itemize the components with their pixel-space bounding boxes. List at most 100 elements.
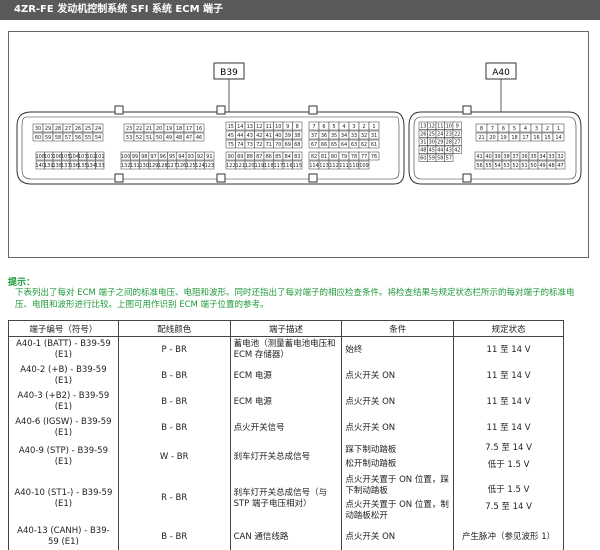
spec-line: 11 至 14 V [486, 344, 531, 355]
condition-line: 点火开关 ON [345, 370, 396, 381]
pin-number: 54 [95, 135, 101, 141]
pin-number: 8 [480, 126, 483, 132]
pin-number: 48 [420, 148, 426, 154]
cell-spec: 低于 1.5 V 7.5 至 14 V [453, 473, 564, 524]
cell-spec: 产生脉冲（参见波形 1） [453, 524, 564, 550]
pin-number: 56 [476, 163, 482, 169]
pin-number: 96 [160, 154, 166, 160]
col-terminal: 端子编号（符号） [8, 320, 119, 337]
condition-line: 踩下制动踏板 [345, 444, 397, 455]
pin-number: 75 [228, 142, 234, 148]
condition-line: 点火开关置于 ON 位置，踩下制动踏板 [345, 475, 449, 496]
pin-number: 45 [429, 148, 435, 154]
pin-number: 12 [429, 124, 435, 130]
pin-number: 60 [420, 156, 426, 162]
pin-number: 28 [55, 126, 61, 132]
connector-svg: B39 A40 30 29 28 27 26 25 2460 59 58 57 56 55 5423 22… [16, 62, 582, 185]
pin-number: 119 [254, 163, 264, 169]
pin-number: 109 [359, 163, 369, 169]
pin-number: 20 [489, 135, 495, 141]
pin-number: 19 [500, 135, 506, 141]
pin-number: 117 [273, 163, 283, 169]
pin-number: 15 [228, 124, 234, 130]
col-spec: 规定状态 [453, 320, 564, 337]
pin-number: 67 [311, 142, 317, 148]
cell-desc: 刹车灯开关总成信号 [229, 441, 343, 473]
pin-number: 19 [166, 126, 172, 132]
cell-condition: 始终 [341, 336, 455, 363]
pin-number: 88 [247, 154, 253, 160]
pin-number: 79 [341, 154, 347, 160]
connector-diagram: B39 A40 30 29 28 27 26 25 24 60 59 58 57 56 55 54 23 22… [8, 31, 589, 258]
pin-number: 37 [512, 154, 518, 160]
pin-number: 1 [557, 126, 560, 132]
pin-number: 95 [169, 154, 175, 160]
pin-number: 124 [195, 163, 205, 169]
cell-color: R - BR [117, 473, 231, 524]
pin-number: 114 [309, 163, 319, 169]
pin-number: 21 [146, 126, 152, 132]
pin-number: 34 [341, 133, 347, 139]
pin-number: 43 [247, 133, 253, 139]
col-desc: 端子描述 [229, 320, 343, 337]
pin-number: 116 [283, 163, 293, 169]
table-header-row: 端子编号（符号） 配线颜色 端子描述 条件 规定状态 [8, 320, 564, 337]
pin-number: 9 [456, 124, 459, 130]
cell-spec: 11 至 14 V [453, 389, 564, 415]
pin-number: 72 [256, 142, 262, 148]
pin-number: 38 [503, 154, 509, 160]
cell-condition: 点火开关 ON [341, 415, 455, 441]
header-title: 4ZR-FE 发动机控制系统 SFI 系统 ECM 端子 [14, 4, 224, 15]
pin-number: 110 [349, 163, 359, 169]
pin-number: 42 [256, 133, 262, 139]
cell-spec: 11 至 14 V [453, 336, 564, 363]
pin-number: 123 [205, 163, 215, 169]
pin-number: 118 [264, 163, 274, 169]
pin-number: 40 [275, 133, 281, 139]
pin-number: 73 [247, 142, 253, 148]
pin-number: 17 [522, 135, 528, 141]
pin-number: 97 [150, 154, 156, 160]
pin-number: 11 [266, 124, 272, 130]
pin-number: 48 [176, 135, 182, 141]
pin-number: 33 [351, 133, 357, 139]
pin-number: 85 [275, 154, 281, 160]
cell-condition: 点火开关 ON [341, 389, 455, 415]
pin-number: 127 [167, 163, 177, 169]
pin-number: 31 [371, 133, 377, 139]
pin-number: 16 [196, 126, 202, 132]
pin-number: 14 [555, 135, 561, 141]
pin-number: 6 [502, 126, 505, 132]
cell-condition: 踩下制动踏板 松开制动踏板 [341, 441, 455, 473]
cell-spec: 11 至 14 V [453, 415, 564, 441]
pin-number: 27 [454, 140, 460, 146]
table-row: A40-13 (CANH) - B39-59 (E1) B - BR CAN 通信线… [8, 524, 564, 550]
table-row: A40-2 (+B) - B39-59 (E1) B - BR ECM 电源 点火开关… [8, 363, 564, 389]
spec-line: 产生脉冲（参见波形 1） [462, 531, 556, 542]
pin-number: 78 [351, 154, 357, 160]
pin-number: 52 [136, 135, 142, 141]
pin-number: 132 [121, 163, 131, 169]
cell-desc: 点火开关信号 [229, 415, 343, 441]
pin-number: 23 [446, 132, 452, 138]
cell-desc: 刹车灯开关总成信号（与 STP 端子电压相对） [229, 473, 343, 524]
pin-number: 126 [177, 163, 187, 169]
cell-terminal: A40-10 (ST1-) - B39-59 (E1) [8, 473, 119, 524]
pin-number: 37 [311, 133, 317, 139]
pin-number: 16 [533, 135, 539, 141]
pin-number: 120 [245, 163, 255, 169]
condition-line: 点火开关 ON [345, 396, 396, 407]
table-row: A40-3 (+B2) - B39-59 (E1) B - BR ECM 电源 点火开… [8, 389, 564, 415]
pin-number: 62 [361, 142, 367, 148]
pin-number: 33 [548, 154, 554, 160]
pin-number: 80 [331, 154, 337, 160]
pin-number: 49 [166, 135, 172, 141]
pin-number: 18 [176, 126, 182, 132]
condition-line: 点火开关置于 ON 位置，制动踏板松开 [345, 500, 449, 521]
pin-number: 71 [266, 142, 272, 148]
spec-line: 7.5 至 14 V [485, 501, 532, 512]
pin-number: 57 [446, 156, 452, 162]
pin-number: 26 [420, 132, 426, 138]
pin-number: 44 [437, 148, 443, 154]
cell-color: B - BR [117, 524, 231, 550]
